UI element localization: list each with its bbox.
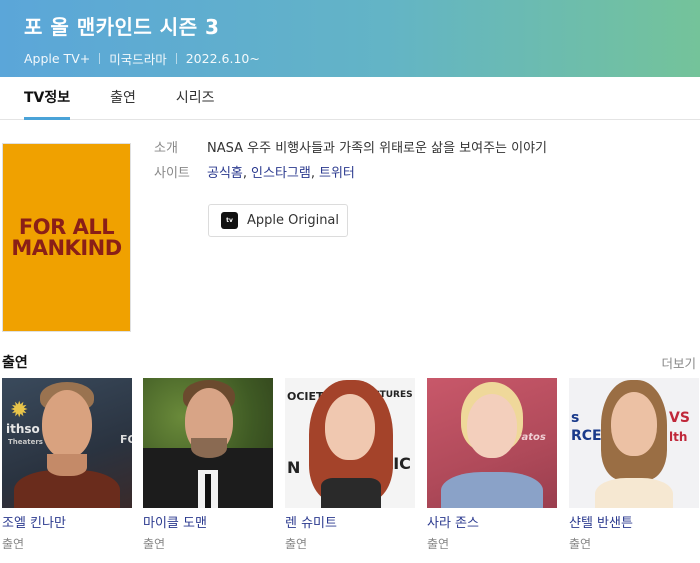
cast-card[interactable]: OCIET CTURES N LIC 렌 슈미트 출연: [285, 378, 415, 552]
site-link-instagram[interactable]: 인스타그램: [251, 166, 311, 181]
cast-role: 출연: [285, 537, 308, 551]
cast-role: 출연: [2, 537, 25, 551]
sun-icon: ✹: [10, 398, 29, 423]
show-title: 포 올 맨카인드 시즌 3: [24, 15, 220, 39]
poster-logo: FOR ALL MANKIND: [11, 214, 122, 260]
apple-tv-icon: tv: [221, 212, 238, 229]
intro-label: 소개: [154, 141, 178, 156]
cast-photo[interactable]: OCIET CTURES N LIC: [285, 378, 415, 508]
tab-bar: TV정보 출연 시리즈: [0, 77, 700, 120]
cast-card[interactable]: ✹ ithso Theaters FO 조엘 킨나만 출연: [2, 378, 132, 552]
apple-original-badge[interactable]: tv Apple Original: [208, 204, 348, 237]
cast-role: 출연: [143, 537, 166, 551]
cast-role: 출연: [569, 537, 592, 551]
tab-tv-info[interactable]: TV정보: [24, 77, 71, 120]
tab-cast[interactable]: 출연: [110, 77, 136, 119]
meta-network[interactable]: Apple TV+: [24, 51, 90, 66]
cast-name[interactable]: 렌 슈미트: [285, 515, 415, 533]
meta-date: 2022.6.10~: [185, 51, 260, 66]
meta-divider: [99, 53, 101, 64]
cast-photo[interactable]: ✹ ithso Theaters FO: [2, 378, 132, 508]
cast-card[interactable]: vatos 사라 존스 출연: [427, 378, 557, 552]
cast-name[interactable]: 조엘 킨나만: [2, 515, 132, 533]
cast-name[interactable]: 사라 존스: [427, 515, 557, 533]
cast-role: 출연: [427, 537, 450, 551]
show-poster[interactable]: FOR ALL MANKIND: [2, 143, 131, 332]
info-site-row: 사이트 공식홈, 인스타그램, 트위터: [154, 165, 355, 183]
cast-photo[interactable]: vatos: [427, 378, 557, 508]
meta-genre: 미국드라마: [109, 52, 167, 67]
cast-card[interactable]: 마이클 도맨 출연: [143, 378, 273, 552]
cast-photo[interactable]: s RCE VS lth: [569, 378, 699, 508]
intro-value: NASA 우주 비행사들과 가족의 위태로운 삶을 보여주는 이야기: [207, 141, 548, 156]
site-link-official[interactable]: 공식홈: [207, 166, 243, 181]
cast-name[interactable]: 마이클 도맨: [143, 515, 273, 533]
site-label: 사이트: [154, 166, 190, 181]
site-links: 공식홈, 인스타그램, 트위터: [207, 166, 355, 181]
title-banner: 포 올 맨카인드 시즌 3 Apple TV+ 미국드라마 2022.6.10~: [0, 0, 700, 77]
show-meta: Apple TV+ 미국드라마 2022.6.10~: [24, 49, 700, 68]
tab-series[interactable]: 시리즈: [176, 77, 215, 119]
cast-photo[interactable]: [143, 378, 273, 508]
badge-label: Apple Original: [247, 213, 340, 228]
info-intro-row: 소개 NASA 우주 비행사들과 가족의 위태로운 삶을 보여주는 이야기: [154, 140, 547, 158]
site-link-twitter[interactable]: 트위터: [319, 166, 355, 181]
more-link[interactable]: 더보기: [661, 353, 696, 372]
cast-name[interactable]: 샨텔 반샌튼: [569, 515, 699, 533]
cast-section-title: 출연: [2, 355, 28, 371]
cast-card[interactable]: s RCE VS lth 샨텔 반샌튼 출연: [569, 378, 699, 552]
meta-divider: [175, 53, 177, 64]
